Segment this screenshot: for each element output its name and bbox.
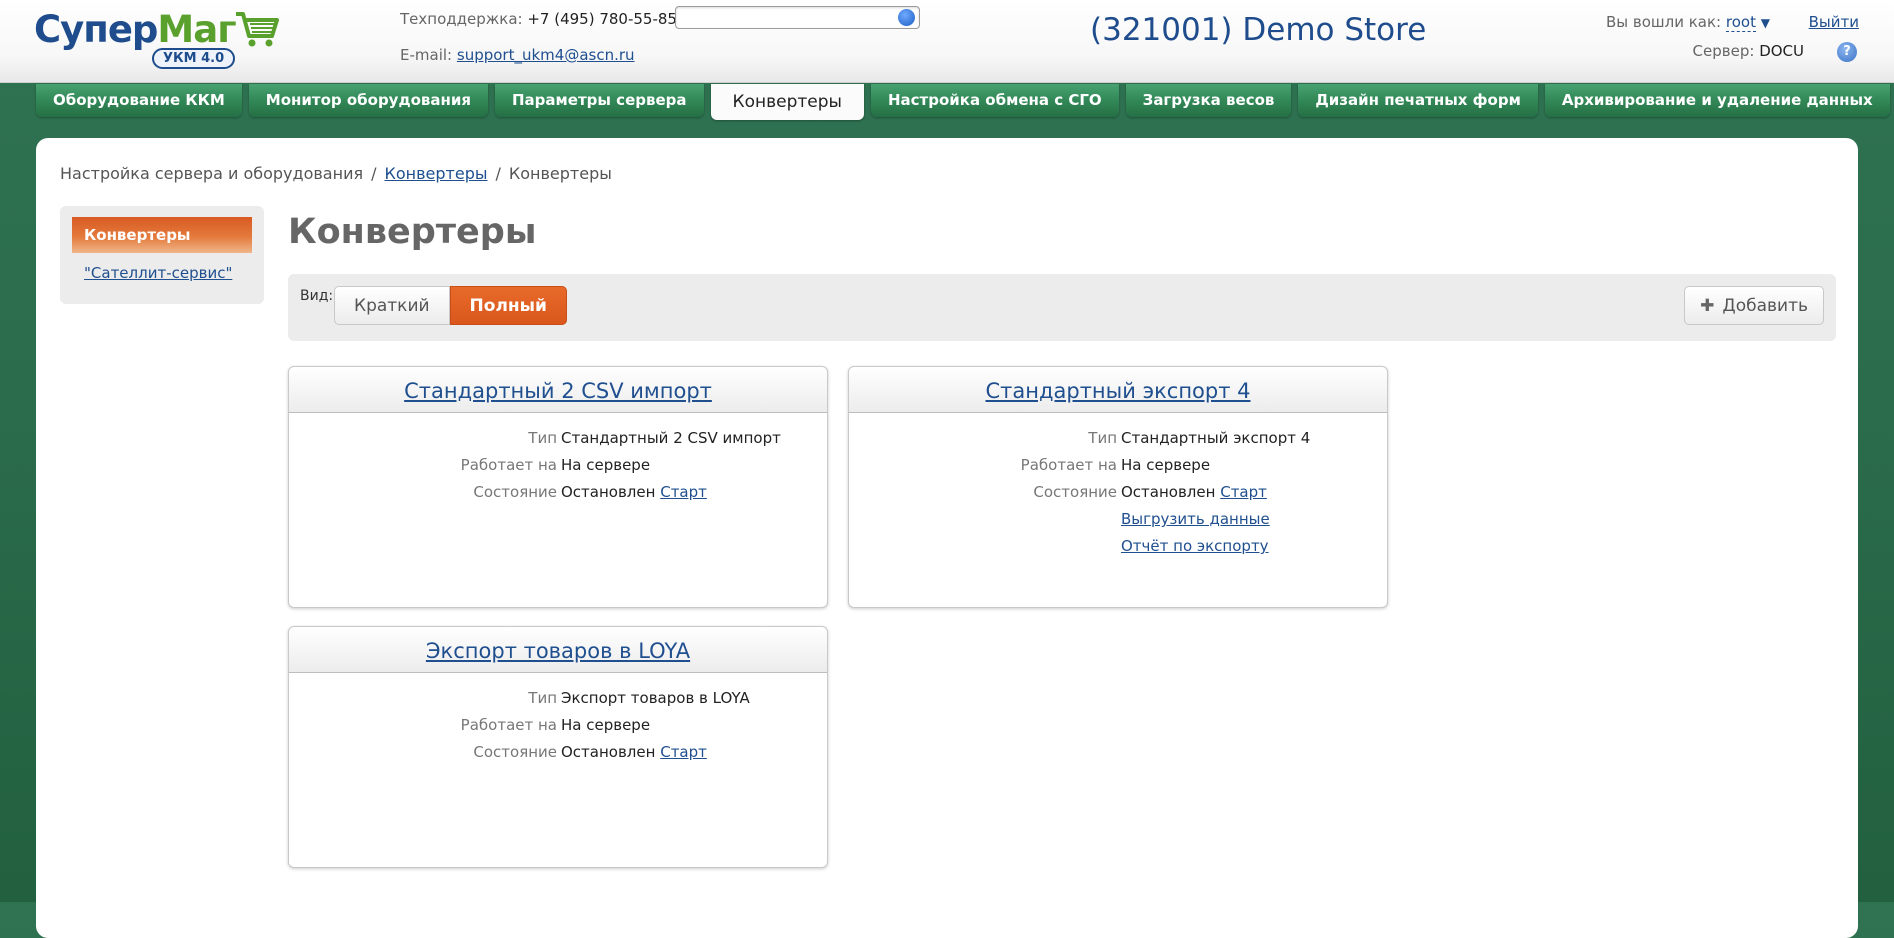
card-row-runs: Работает на На сервере	[1020, 456, 1211, 474]
main-panel: Настройка сервера и оборудования / Конверт…	[36, 138, 1858, 938]
card-header: Стандартный 2 CSV импорт	[289, 367, 827, 413]
support-info: Техподдержка: +7 (495) 780-55-85	[400, 10, 677, 28]
tab-archive[interactable]: Архивирование и удаление данных	[1544, 84, 1890, 117]
card-row-runs: Работает на На сервере	[460, 456, 651, 474]
start-link[interactable]: Старт	[1220, 483, 1267, 501]
card-header: Стандартный экспорт 4	[849, 367, 1387, 413]
chevron-down-icon[interactable]: ▼	[1761, 16, 1770, 30]
store-title: (321001) Demo Store	[1090, 12, 1427, 48]
main-tabs: Оборудование ККМ Монитор оборудования Па…	[36, 84, 1894, 120]
user-info: Вы вошли как: root ▼	[1606, 13, 1770, 32]
search-icon[interactable]	[898, 9, 915, 26]
server-info: Сервер: DOCU	[1693, 42, 1804, 60]
email-label: E-mail:	[400, 46, 453, 64]
view-label: Вид:	[300, 288, 334, 304]
card-title-link[interactable]: Стандартный экспорт 4	[985, 379, 1250, 403]
breadcrumb-root: Настройка сервера и оборудования	[60, 164, 364, 183]
logo-text: СуперМаг	[34, 8, 237, 51]
support-label: Техподдержка:	[400, 10, 523, 28]
view-short-button[interactable]: Краткий	[334, 286, 450, 325]
cart-icon	[236, 12, 279, 47]
plus-icon: ✚	[1700, 296, 1715, 316]
card-header: Экспорт товаров в LOYA	[289, 627, 827, 673]
tab-converters[interactable]: Конвертеры	[710, 84, 864, 120]
start-link[interactable]: Старт	[660, 743, 707, 761]
converter-card: Стандартный 2 CSV импорт Тип Стандартный …	[288, 366, 828, 608]
card-row-state: Состояние Остановлен Старт	[473, 483, 707, 501]
view-toolbar: Вид: Краткий Полный ✚ Добавить	[288, 274, 1836, 341]
support-phone: +7 (495) 780-55-85	[527, 10, 677, 28]
card-row-type: Тип Стандартный 2 CSV импорт	[528, 429, 781, 447]
card-row-report: Отчёт по экспорту	[849, 537, 1387, 564]
tab-server-params[interactable]: Параметры сервера	[495, 84, 704, 117]
view-full-button[interactable]: Полный	[449, 286, 567, 325]
card-row-state: Состояние Остановлен Старт	[1033, 483, 1267, 501]
tab-sgo-exchange[interactable]: Настройка обмена с СГО	[870, 84, 1119, 117]
start-link[interactable]: Старт	[660, 483, 707, 501]
card-row-type: Тип Экспорт товаров в LOYA	[528, 689, 750, 707]
server-label: Сервер:	[1692, 42, 1755, 60]
card-title-link[interactable]: Экспорт товаров в LOYA	[426, 639, 690, 663]
view-switch: Краткий Полный	[334, 286, 567, 325]
tab-scales[interactable]: Загрузка весов	[1125, 84, 1292, 117]
header: СуперМаг УКМ 4.0 Техподдержка: +7 (495) …	[0, 0, 1894, 83]
card-row-runs: Работает на На сервере	[460, 716, 651, 734]
tab-equipment[interactable]: Оборудование ККМ	[36, 84, 242, 117]
search-box	[675, 6, 920, 29]
sidebar-item-satellite[interactable]: "Сателлит-сервис"	[84, 264, 232, 282]
search-input[interactable]	[682, 8, 892, 29]
logged-label: Вы вошли как:	[1606, 13, 1722, 31]
converter-card: Стандартный экспорт 4 Тип Стандартный экс…	[848, 366, 1388, 608]
export-report-link[interactable]: Отчёт по экспорту	[1121, 537, 1269, 555]
logo-badge: УКМ 4.0	[152, 48, 236, 69]
sidebar-item-converters[interactable]: Конвертеры	[72, 217, 252, 253]
converter-card: Экспорт товаров в LOYA Тип Экспорт товаро…	[288, 626, 828, 868]
card-row-state: Состояние Остановлен Старт	[473, 743, 707, 761]
sidebar: Конвертеры "Сателлит-сервис"	[60, 206, 264, 304]
page-title: Конвертеры	[288, 212, 537, 252]
add-button[interactable]: ✚ Добавить	[1684, 286, 1824, 325]
breadcrumb: Настройка сервера и оборудования / Конверт…	[60, 164, 612, 183]
help-icon[interactable]: ?	[1837, 42, 1857, 62]
email-link[interactable]: support_ukm4@ascn.ru	[457, 46, 635, 64]
breadcrumb-current: Конвертеры	[508, 164, 612, 183]
tab-print-design[interactable]: Дизайн печатных форм	[1298, 84, 1538, 117]
logo[interactable]: СуперМаг УКМ 4.0	[34, 6, 284, 72]
export-data-link[interactable]: Выгрузить данные	[1121, 510, 1270, 528]
tab-monitor[interactable]: Монитор оборудования	[248, 84, 488, 117]
card-row-export: Выгрузить данные	[849, 510, 1387, 537]
user-menu[interactable]: root	[1725, 13, 1756, 32]
email-info: E-mail: support_ukm4@ascn.ru	[400, 46, 635, 64]
card-row-type: Тип Стандартный экспорт 4	[1088, 429, 1311, 447]
server-value: DOCU	[1759, 42, 1804, 60]
breadcrumb-link[interactable]: Конвертеры	[384, 164, 487, 183]
card-title-link[interactable]: Стандартный 2 CSV импорт	[404, 379, 712, 403]
logout-link[interactable]: Выйти	[1809, 13, 1859, 31]
add-button-label: Добавить	[1722, 296, 1808, 316]
